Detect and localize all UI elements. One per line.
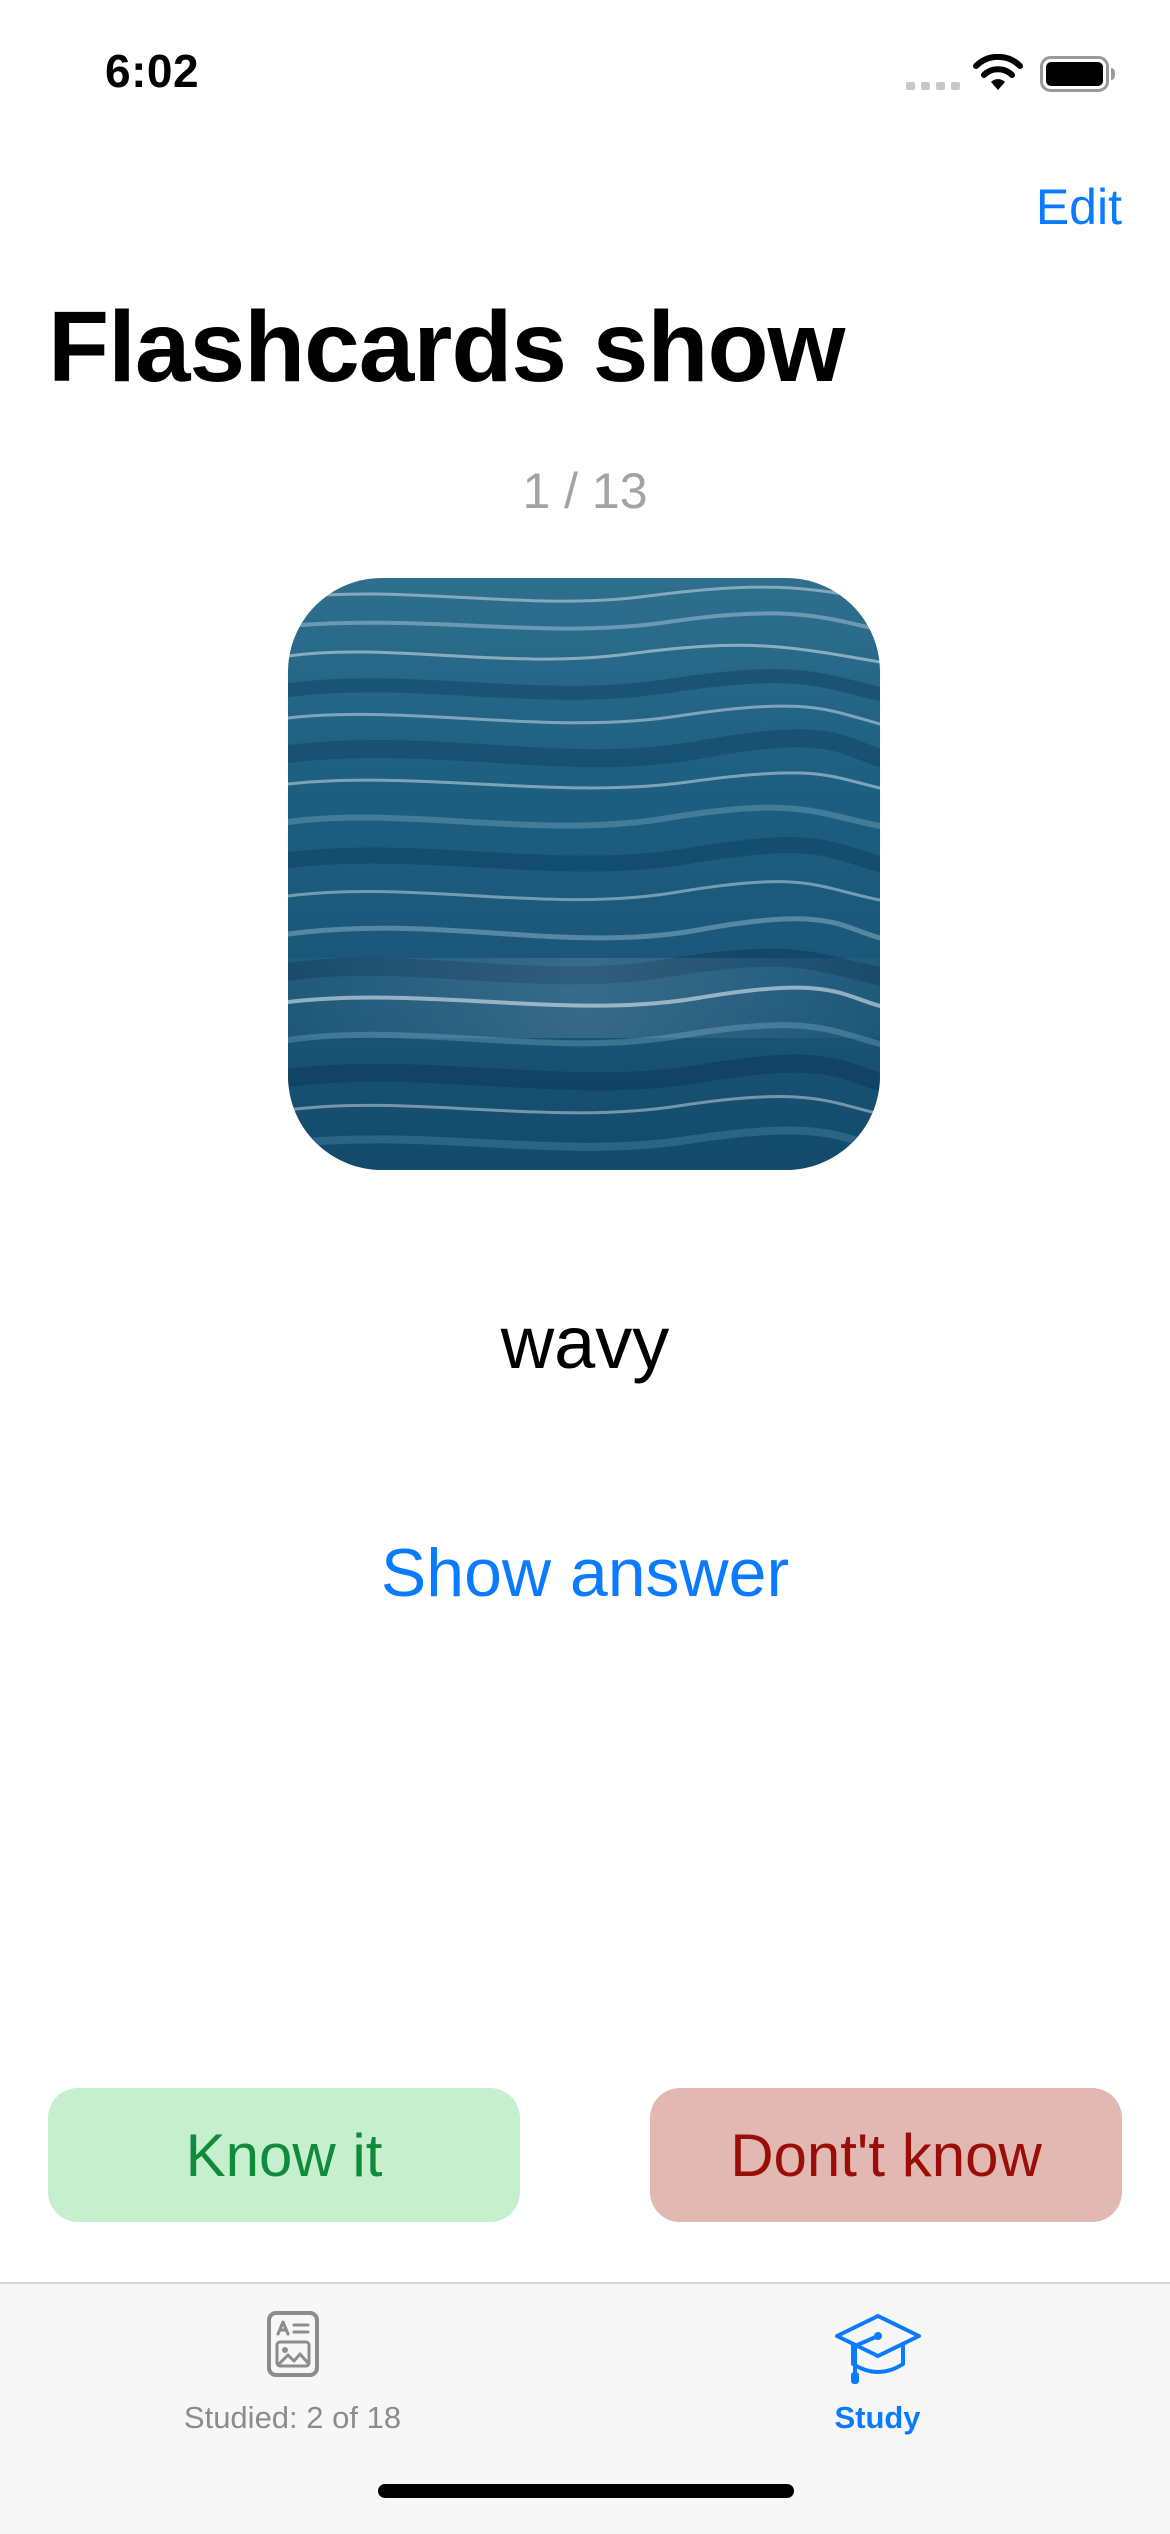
know-it-button[interactable]: Know it <box>48 2088 520 2222</box>
graduation-cap-icon <box>834 2314 921 2384</box>
battery-icon <box>1040 56 1115 92</box>
flashcard-icon <box>266 2311 319 2377</box>
home-indicator <box>378 2484 794 2498</box>
tab-study[interactable]: Study <box>585 2284 1170 2454</box>
card-counter: 1 / 13 <box>522 463 648 519</box>
status-time: 6:02 <box>105 45 200 97</box>
show-answer-button[interactable]: Show answer <box>0 1534 1170 1612</box>
wifi-icon <box>973 54 1023 90</box>
tab-studied-label: Studied: 2 of 18 <box>183 2400 402 2435</box>
card-image <box>288 578 880 1170</box>
signal-icon <box>906 82 960 90</box>
status-bar: 6:02 <box>0 0 1170 140</box>
edit-button[interactable]: Edit <box>1036 178 1122 236</box>
card-word: wavy <box>500 1301 670 1384</box>
ocean-waves-photo <box>288 578 880 1170</box>
tab-study-label: Study <box>834 2400 921 2435</box>
dont-know-button[interactable]: Dont't know <box>650 2088 1122 2222</box>
know-it-label: Know it <box>185 2121 383 2189</box>
tab-studied[interactable]: Studied: 2 of 18 <box>0 2284 585 2454</box>
page-title: Flashcards show <box>48 291 845 403</box>
dont-know-label: Dont't know <box>730 2121 1042 2189</box>
